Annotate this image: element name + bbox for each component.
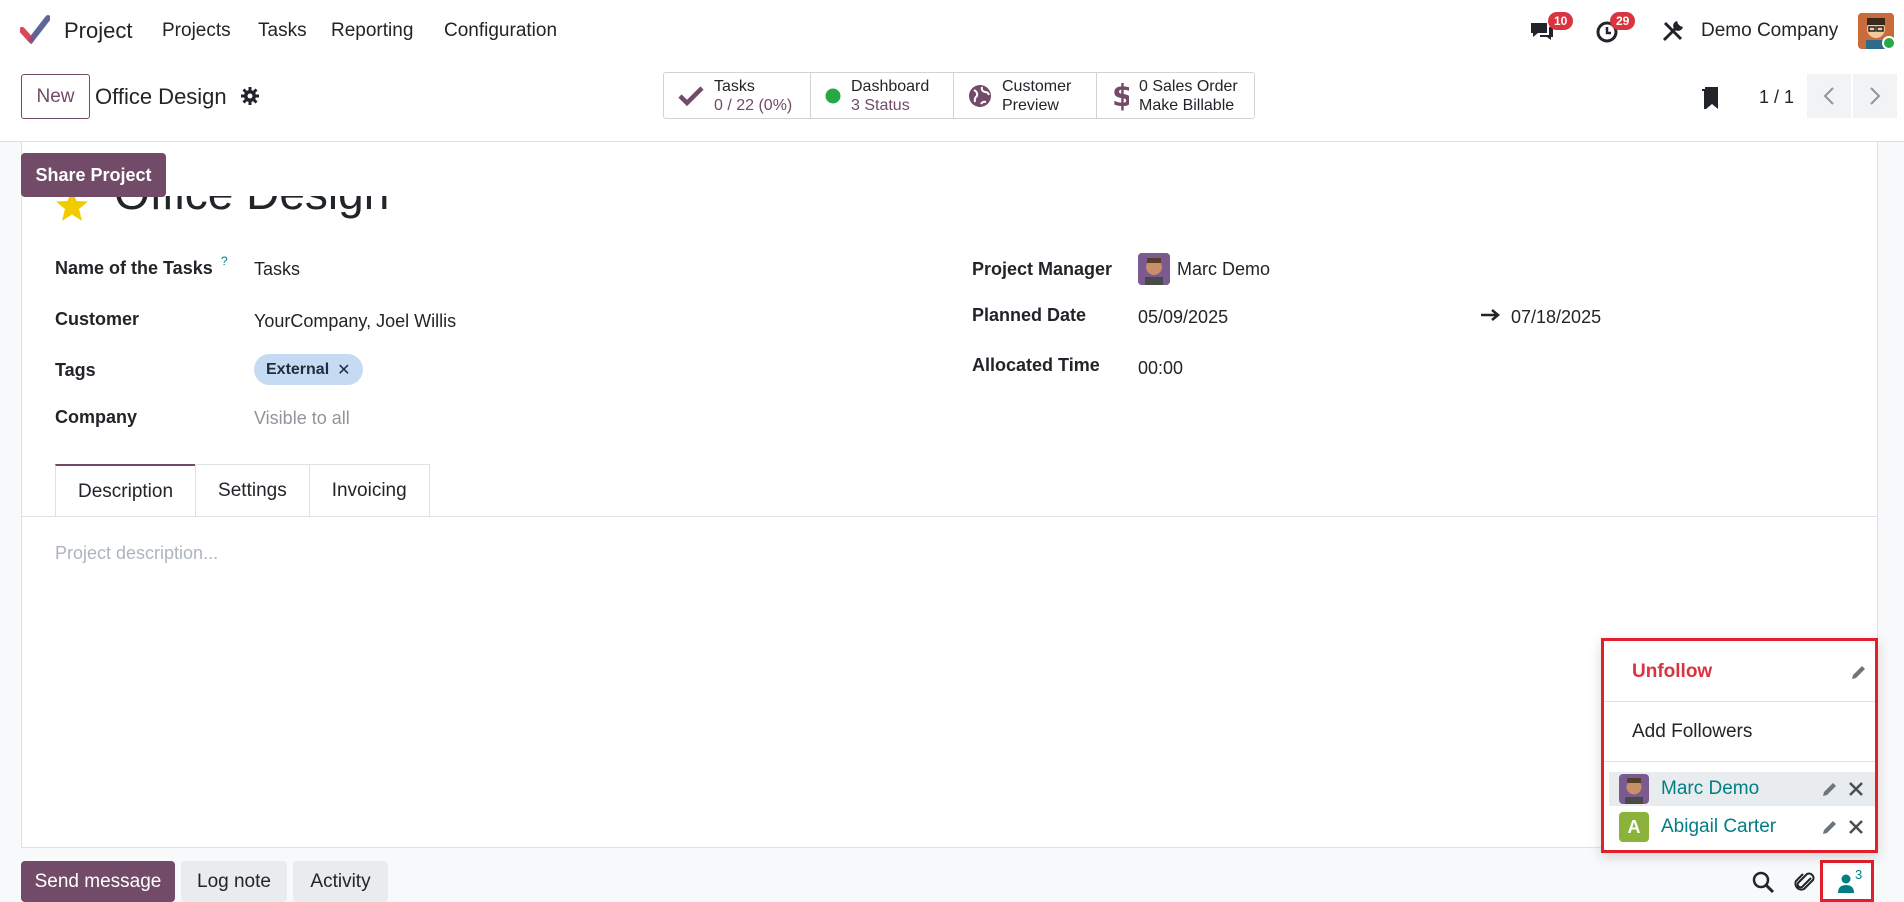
gear-icon[interactable] [241,87,259,105]
tasks-name-label: Name of the Tasks [55,258,213,278]
project-title-area: Office Design [40,196,740,236]
new-button[interactable]: New [21,74,90,119]
followers-count: 3 [1855,867,1863,882]
tag-external[interactable]: External ✕ [254,354,363,385]
tag-label: External [266,360,330,378]
project-title[interactable]: Office Design [114,196,389,220]
sales-order-line1: 0 Sales Order [1139,77,1238,95]
description-editor[interactable]: Project description... [55,543,218,564]
customer-preview-line1: Customer [1002,77,1072,95]
notebook-tabs: Description Settings Invoicing [55,464,430,517]
chevron-right-icon [1870,87,1881,105]
tab-divider [21,516,1878,517]
tab-description[interactable]: Description [55,464,197,517]
dashboard-stat-value: 3 Status [851,96,910,114]
menu-projects[interactable]: Projects [162,20,231,42]
menu-tasks[interactable]: Tasks [258,20,307,42]
tools-icon[interactable] [1659,17,1687,45]
status-dot-icon [825,88,841,103]
tab-invoicing[interactable]: Invoicing [308,464,430,517]
customer-field[interactable]: YourCompany, Joel Willis [254,311,456,332]
planned-start-date-field[interactable]: 05/09/2025 [1138,307,1228,328]
planned-end-date-field[interactable]: 07/18/2025 [1511,307,1601,328]
edit-follower-icon[interactable] [1821,818,1839,836]
activity-button[interactable]: Activity [293,861,388,902]
messages-count-badge: 10 [1548,12,1574,30]
check-icon [678,85,704,106]
favorite-star-icon[interactable] [54,196,90,224]
add-followers-button[interactable]: Add Followers [1604,721,1875,743]
allocated-time-label: Allocated Time [972,355,1100,375]
pager-value[interactable]: 1 / 1 [1759,87,1794,108]
help-tooltip-icon[interactable]: ? [221,254,228,268]
project-app-icon[interactable] [20,14,50,44]
remove-tag-icon[interactable]: ✕ [337,360,350,380]
allocated-time-field[interactable]: 00:00 [1138,358,1183,379]
sales-order-line2: Make Billable [1139,96,1235,114]
pager-previous-button[interactable] [1807,74,1851,118]
dashboard-stat-label: Dashboard [851,77,930,95]
paperclip-icon[interactable] [1792,869,1818,895]
search-icon[interactable] [1750,869,1776,895]
top-navbar: Project Projects Tasks Reporting Configu… [0,0,1904,62]
followers-button[interactable]: 3 [1820,860,1874,902]
edit-subscription-icon[interactable] [1850,663,1868,681]
chevron-left-icon [1823,87,1834,105]
follower-name[interactable]: Marc Demo [1661,778,1759,800]
tasks-stat-value: 0 / 22 (0%) [714,96,793,114]
bookmark-icon[interactable] [1700,85,1720,111]
sales-order-smart-button[interactable]: $ 0 Sales Order Make Billable [1097,73,1254,118]
follower-name[interactable]: Abigail Carter [1661,816,1776,838]
follower-item[interactable]: Marc Demo [1609,772,1875,806]
company-field[interactable]: Visible to all [254,408,350,429]
breadcrumb-record-name: Office Design [95,84,227,109]
menu-reporting[interactable]: Reporting [331,20,413,42]
follower-item[interactable]: A Abigail Carter [1609,810,1875,844]
dollar-icon: $ [1112,80,1129,112]
unfollow-button[interactable]: Unfollow [1604,661,1875,683]
dropdown-divider [1604,761,1875,762]
edit-follower-icon[interactable] [1821,780,1839,798]
customer-preview-line2: Preview [1002,96,1059,114]
tasks-smart-button[interactable]: Tasks 0 / 22 (0%) [664,73,811,118]
user-icon [1838,874,1854,893]
company-label: Company [55,407,138,427]
smart-buttons: Tasks 0 / 22 (0%) Dashboard 3 Status Custo… [663,72,1255,119]
dashboard-smart-button[interactable]: Dashboard 3 Status [811,73,954,118]
planned-date-label: Planned Date [972,305,1087,325]
tab-settings[interactable]: Settings [195,464,310,517]
company-switcher[interactable]: Demo Company [1701,20,1838,42]
follower-avatar [1619,774,1649,804]
manager-avatar [1138,253,1170,285]
remove-follower-icon[interactable] [1847,780,1865,798]
remove-follower-icon[interactable] [1847,818,1865,836]
app-name[interactable]: Project [64,18,132,44]
dropdown-divider [1604,701,1875,702]
followers-dropdown: Unfollow Add Followers Marc Demo A Abiga… [1601,638,1878,853]
share-project-button[interactable]: Share Project [21,153,166,197]
control-panel: New Office Design Tasks 0 / 22 (0%) Dashb… [0,62,1904,142]
svg-text:$: $ [1112,80,1129,112]
log-note-button[interactable]: Log note [181,861,287,902]
tasks-name-field[interactable]: Tasks [254,259,300,280]
pager-next-button[interactable] [1853,74,1897,118]
customer-label: Customer [55,309,140,329]
menu-configuration[interactable]: Configuration [444,20,557,42]
project-manager-label: Project Manager [972,259,1113,279]
tasks-stat-label: Tasks [714,77,755,95]
customer-preview-smart-button[interactable]: Customer Preview [954,73,1097,118]
project-manager-field[interactable]: Marc Demo [1177,259,1270,280]
online-status-indicator [1882,36,1896,50]
arrow-right-icon [1481,309,1500,321]
globe-icon [969,84,991,107]
activities-count-badge: 29 [1610,12,1636,30]
send-message-button[interactable]: Send message [21,861,175,902]
tags-label: Tags [55,360,96,380]
follower-avatar: A [1619,812,1649,842]
follower-initial: A [1627,816,1641,837]
